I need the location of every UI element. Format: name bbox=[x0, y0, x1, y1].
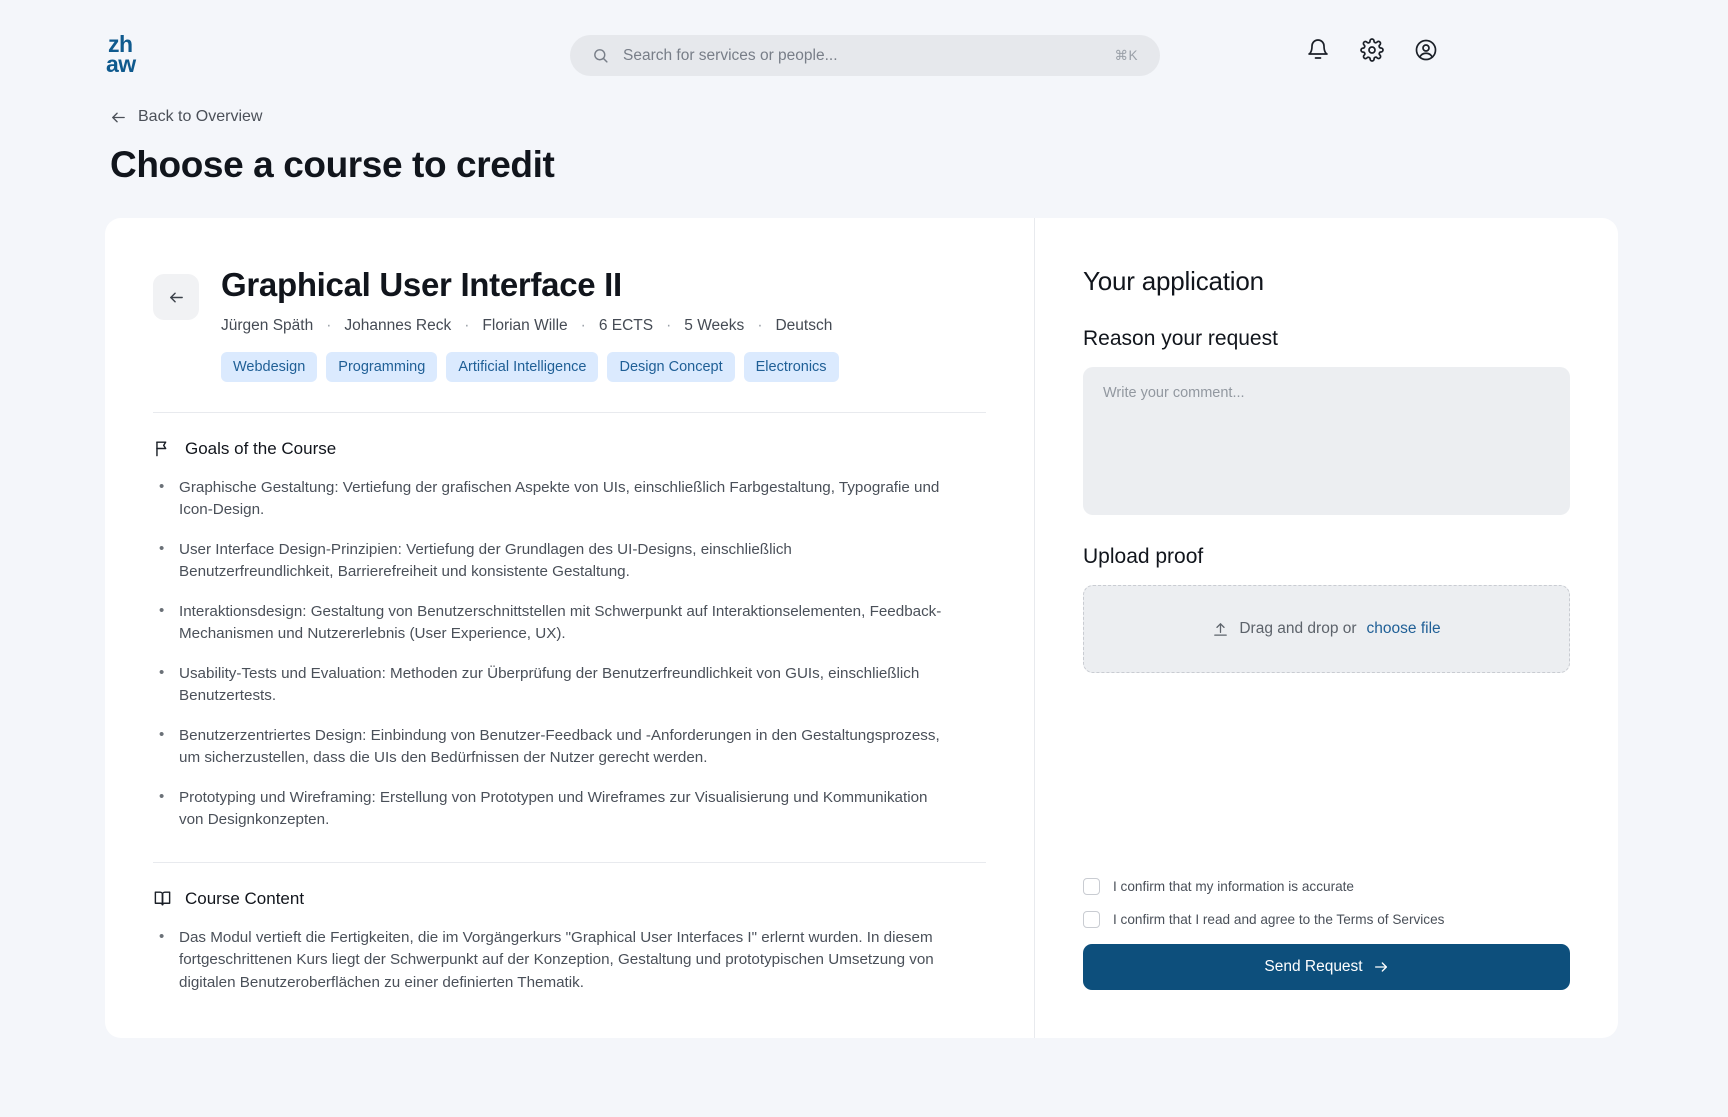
page-header: Back to Overview Choose a course to cred… bbox=[0, 108, 1728, 186]
arrow-left-icon bbox=[112, 112, 125, 122]
divider bbox=[153, 861, 986, 863]
search-icon bbox=[594, 49, 608, 63]
reason-comment-input[interactable] bbox=[1083, 367, 1570, 515]
list-item: Graphische Gestaltung: Vertiefung der gr… bbox=[153, 476, 943, 522]
goals-section-header: Goals of the Course bbox=[153, 439, 986, 459]
search-box[interactable]: Search for services or people... ⌘K bbox=[570, 35, 1160, 76]
list-item: Usability-Tests und Evaluation: Methoden… bbox=[153, 662, 943, 708]
checkbox[interactable] bbox=[1083, 911, 1100, 928]
course-tag[interactable]: Webdesign bbox=[221, 351, 318, 382]
book-icon bbox=[154, 891, 171, 906]
zhaw-logo[interactable]: zh aw bbox=[106, 32, 156, 78]
file-dropzone[interactable]: Drag and drop or choose file bbox=[1083, 585, 1570, 673]
arrow-left-icon bbox=[169, 292, 183, 302]
course-tag-list: Webdesign Programming Artificial Intellige… bbox=[221, 351, 986, 382]
content-list: Das Modul vertieft die Fertigkeiten, die… bbox=[153, 926, 986, 995]
back-to-overview-label: Back to Overview bbox=[138, 108, 263, 125]
divider bbox=[153, 411, 986, 413]
goals-section-title: Goals of the Course bbox=[185, 438, 337, 458]
upload-proof-label: Upload proof bbox=[1083, 545, 1204, 568]
list-item: Interaktionsdesign: Gestaltung von Benut… bbox=[153, 600, 943, 646]
content-section-title: Course Content bbox=[185, 888, 305, 908]
course-meta-item: Florian Wille bbox=[482, 316, 568, 334]
course-header: Graphical User Interface II Jürgen Späth… bbox=[153, 266, 986, 382]
course-meta: Jürgen Späth · Johannes Reck · Florian Wille… bbox=[221, 317, 986, 335]
flag-icon bbox=[156, 441, 167, 457]
upload-icon bbox=[1214, 622, 1228, 636]
meta-separator: · bbox=[326, 316, 332, 334]
course-meta-item: Johannes Reck bbox=[344, 316, 452, 334]
course-tag[interactable]: Artificial Intelligence bbox=[446, 351, 599, 382]
logo-line-2: aw bbox=[106, 51, 136, 77]
meta-separator: · bbox=[464, 316, 470, 334]
global-search[interactable]: Search for services or people... ⌘K bbox=[570, 35, 1160, 76]
course-back-button[interactable] bbox=[153, 274, 199, 320]
course-info-pane: Graphical User Interface II Jürgen Späth… bbox=[105, 218, 1035, 1038]
confirmation-checkbox-row[interactable]: I confirm that I read and agree to the T… bbox=[1083, 911, 1570, 928]
back-to-overview-link[interactable]: Back to Overview bbox=[110, 108, 1728, 126]
arrow-right-icon bbox=[1374, 962, 1387, 972]
course-tag[interactable]: Design Concept bbox=[607, 351, 735, 382]
course-title: Graphical User Interface II bbox=[221, 266, 622, 303]
confirmation-checkbox-row[interactable]: I confirm that my information is accurat… bbox=[1083, 878, 1570, 895]
list-item: Prototyping und Wireframing: Erstellung … bbox=[153, 786, 943, 832]
course-detail-card: Graphical User Interface II Jürgen Späth… bbox=[105, 218, 1618, 1038]
reason-label: Reason your request bbox=[1083, 327, 1278, 350]
application-pane: Your application Reason your request Upl… bbox=[1035, 218, 1618, 1038]
account-icon[interactable] bbox=[1414, 38, 1438, 62]
top-bar-icons bbox=[1306, 38, 1438, 62]
course-tag[interactable]: Electronics bbox=[743, 351, 839, 382]
confirmation-checkboxes: I confirm that my information is accurat… bbox=[1083, 878, 1570, 944]
search-placeholder: Search for services or people... bbox=[623, 46, 838, 64]
checkbox-label: I confirm that I read and agree to the T… bbox=[1113, 912, 1445, 927]
list-item: Benutzerzentriertes Design: Einbindung v… bbox=[153, 724, 943, 770]
course-meta-item: 5 Weeks bbox=[684, 316, 745, 334]
checkbox-label: I confirm that my information is accurat… bbox=[1113, 879, 1354, 894]
meta-separator: · bbox=[580, 316, 586, 334]
course-meta-item: 6 ECTS bbox=[598, 316, 654, 334]
send-request-label: Send Request bbox=[1264, 958, 1363, 975]
course-meta-item: Jürgen Späth bbox=[221, 316, 314, 334]
meta-separator: · bbox=[666, 316, 672, 334]
checkbox[interactable] bbox=[1083, 878, 1100, 895]
notifications-icon[interactable] bbox=[1306, 38, 1330, 62]
goals-list: Graphische Gestaltung: Vertiefung der gr… bbox=[153, 476, 986, 832]
send-request-button[interactable]: Send Request bbox=[1083, 944, 1570, 990]
course-tag[interactable]: Programming bbox=[326, 351, 438, 382]
application-title: Your application bbox=[1083, 266, 1264, 296]
dropzone-text: Drag and drop or bbox=[1239, 620, 1357, 637]
page-title: Choose a course to credit bbox=[110, 144, 555, 185]
search-shortcut-hint: ⌘K bbox=[1114, 47, 1138, 63]
list-item: User Interface Design-Prinzipien: Vertie… bbox=[153, 538, 943, 584]
choose-file-link[interactable]: choose file bbox=[1367, 620, 1441, 638]
content-section-header: Course Content bbox=[153, 889, 986, 909]
list-item: Das Modul vertieft die Fertigkeiten, die… bbox=[153, 926, 943, 995]
meta-separator: · bbox=[757, 316, 763, 334]
settings-gear-icon[interactable] bbox=[1360, 38, 1384, 62]
top-navigation-bar: zh aw Search for services or people... ⌘… bbox=[0, 0, 1728, 110]
course-meta-item: Deutsch bbox=[775, 316, 833, 334]
